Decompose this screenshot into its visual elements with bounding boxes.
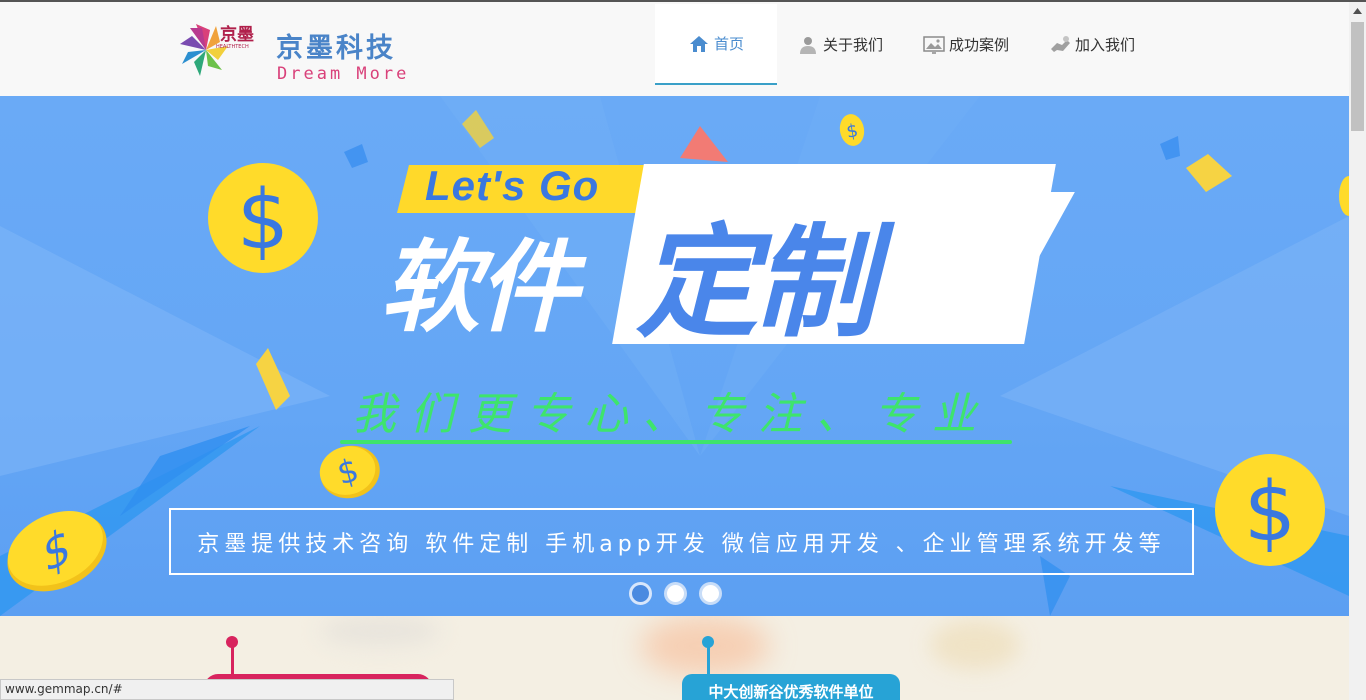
handshake-icon: [1049, 35, 1071, 55]
nav-item-label: 加入我们: [1075, 36, 1136, 54]
nav-item-label: 成功案例: [949, 36, 1010, 54]
timeline-stem: [707, 646, 710, 676]
picture-icon: [923, 35, 945, 55]
site-header: 京墨 HEALTHTECH 京墨科技 Dream More 首页 关于我们 成功…: [0, 2, 1349, 96]
timeline-stem: [231, 646, 234, 676]
user-icon: [797, 35, 819, 55]
coin-icon: $: [319, 445, 380, 499]
coin-icon: [1339, 176, 1349, 216]
headline-software: 软件: [380, 229, 578, 346]
main-nav: 首页 关于我们 成功案例 加入我们: [655, 4, 1155, 85]
logo[interactable]: 京墨 HEALTHTECH 京墨科技 Dream More: [176, 12, 436, 88]
nav-item-cases[interactable]: 成功案例: [903, 4, 1029, 85]
nav-item-label: 关于我们: [823, 36, 884, 54]
nav-item-about[interactable]: 关于我们: [777, 4, 903, 85]
svg-text:$: $: [237, 173, 289, 268]
scrollbar-thumb[interactable]: [1351, 22, 1364, 131]
brand-name: 京墨科技: [276, 33, 396, 64]
coin-icon: $: [1215, 454, 1325, 566]
coin-icon: $: [208, 163, 318, 273]
banner-caption: 京墨提供技术咨询 软件定制 手机app开发 微信应用开发 、企业管理系统开发等: [169, 508, 1194, 575]
slogan-underline: [340, 440, 1012, 444]
home-icon: [688, 34, 710, 54]
carousel-dot-3[interactable]: [699, 582, 722, 605]
logo-mark-text: 京墨: [220, 25, 254, 45]
scroll-up-arrow-icon[interactable]: [1349, 2, 1366, 19]
nav-item-label: 首页: [714, 35, 745, 53]
background-blur: [930, 620, 1020, 670]
carousel-dot-1[interactable]: [629, 582, 652, 605]
svg-text:$: $: [41, 517, 72, 586]
banner-slogan: 我们更专心、专注、专业: [352, 389, 990, 440]
headline-custom: 定制: [636, 212, 876, 354]
brand-tagline: Dream More: [277, 64, 410, 84]
hero-banner[interactable]: $ $ $ $ $ Let's Go 软件 定制 ! 我们更专心、专注、专业 京…: [0, 96, 1349, 616]
background-blur: [320, 616, 440, 646]
nav-item-join[interactable]: 加入我们: [1029, 4, 1155, 85]
timeline-label-blue[interactable]: 中大创新谷优秀软件单位: [682, 674, 900, 700]
go-badge-text: Let's Go: [425, 162, 600, 209]
nav-item-home[interactable]: 首页: [655, 4, 778, 85]
svg-text:$: $: [1244, 465, 1296, 560]
page-scrollbar[interactable]: [1349, 2, 1366, 700]
browser-status-url: www.gemmap.cn/#: [0, 679, 454, 700]
logo-mark-subtext: HEALTHTECH: [216, 44, 249, 50]
carousel-dots: [629, 582, 722, 605]
carousel-dot-2[interactable]: [664, 582, 687, 605]
